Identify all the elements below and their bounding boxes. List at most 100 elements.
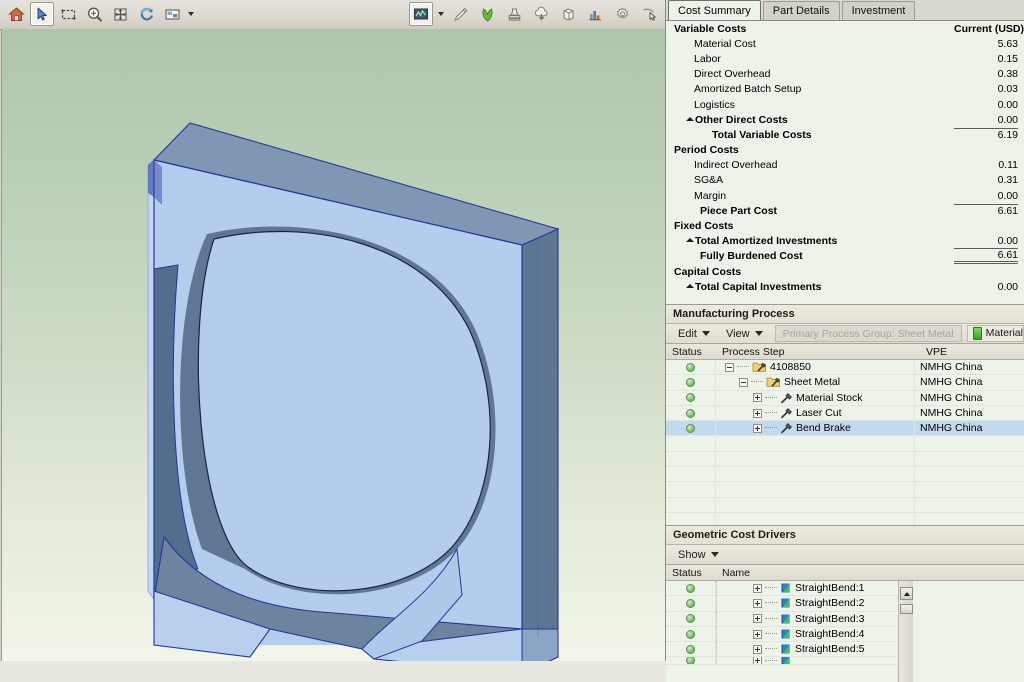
cost-row[interactable]: SG&A0.31: [666, 173, 1024, 188]
geometric-cost-drivers-panel: Geometric Cost Drivers Show Status Name …: [666, 525, 1024, 661]
column-process-step: Process Step: [716, 346, 920, 358]
row-status-cell: [666, 406, 716, 420]
table-row[interactable]: 4108850NMHG China: [666, 360, 1024, 375]
box-icon[interactable]: [556, 2, 580, 26]
cost-row[interactable]: Fixed Costs: [666, 218, 1024, 233]
list-item[interactable]: StraightBend:5: [666, 642, 897, 657]
status-led-icon: [686, 645, 695, 654]
column-status: Status: [666, 346, 716, 358]
tree-connector: [737, 366, 749, 368]
view-menu-button[interactable]: View: [718, 325, 771, 343]
home-icon[interactable]: [4, 2, 28, 26]
expand-box-icon[interactable]: [753, 409, 762, 418]
expand-box-icon[interactable]: [753, 614, 762, 623]
show-menu-button[interactable]: Show: [670, 546, 727, 564]
stamp-icon[interactable]: [502, 2, 526, 26]
cost-row[interactable]: Total Variable Costs6.19: [666, 127, 1024, 142]
cost-row[interactable]: Logistics0.00: [666, 97, 1024, 112]
material-chip-label: Material: Steel- HR- 1: [986, 325, 1024, 342]
table-row[interactable]: Material StockNMHG China: [666, 391, 1024, 406]
list-item[interactable]: StraightBend:4: [666, 627, 897, 642]
table-row-empty: [666, 498, 1024, 513]
cost-row[interactable]: Indirect Overhead0.11: [666, 158, 1024, 173]
tab-investment[interactable]: Investment: [842, 1, 916, 20]
cost-row-value: 5.63: [954, 38, 1018, 50]
expand-box-icon[interactable]: [753, 599, 762, 608]
tab-part-details[interactable]: Part Details: [763, 1, 840, 20]
geometric-cost-drivers-title: Geometric Cost Drivers: [666, 525, 1024, 545]
cost-row-label: Fully Burdened Cost: [674, 250, 954, 262]
toolbar-left-group: [4, 2, 195, 26]
cost-row-label: Material Cost: [674, 38, 954, 50]
view-mode-caret-icon[interactable]: [186, 2, 195, 26]
list-item[interactable]: StraightBend:1: [666, 581, 897, 596]
cost-row[interactable]: Period Costs: [666, 143, 1024, 158]
row-process-step-cell: Bend Brake: [716, 421, 915, 435]
cost-row-label: Amortized Batch Setup: [674, 83, 954, 95]
leaf-icon[interactable]: [475, 2, 499, 26]
scroll-up-button[interactable]: [900, 587, 913, 600]
cost-row[interactable]: Material Cost5.63: [666, 36, 1024, 51]
process-group-chip[interactable]: Primary Process Group: Sheet Metal: [775, 325, 962, 342]
cost-row[interactable]: Capital Costs: [666, 264, 1024, 279]
expand-box-icon[interactable]: [753, 645, 762, 654]
pick-icon[interactable]: [637, 2, 661, 26]
manufacturing-process-table-header: Status Process Step VPE: [666, 344, 1024, 360]
tree-connector: [765, 648, 777, 650]
cost-row[interactable]: Fully Burdened Cost6.61: [666, 249, 1024, 264]
fit-icon[interactable]: [108, 2, 132, 26]
row-vpe-cell: NMHG China: [915, 361, 1024, 373]
expander-triangle-icon[interactable]: [686, 117, 694, 121]
expand-box-icon[interactable]: [753, 393, 762, 402]
folder-tool-icon: [766, 376, 781, 388]
material-chip[interactable]: Material: Steel- HR- 1: [967, 325, 1024, 342]
expander-triangle-icon[interactable]: [686, 238, 694, 242]
view-mode-icon[interactable]: [160, 2, 184, 26]
tree-connector: [751, 381, 763, 383]
folder-tool-icon: [752, 361, 767, 373]
select-arrow-icon[interactable]: [30, 2, 54, 26]
list-item[interactable]: StraightBend:3: [666, 612, 897, 627]
table-row[interactable]: Bend BrakeNMHG China: [666, 421, 1024, 436]
download-icon[interactable]: [529, 2, 553, 26]
expand-box-icon[interactable]: [753, 630, 762, 639]
row-process-step-cell: 4108850: [716, 360, 915, 374]
expand-box-icon[interactable]: [753, 584, 762, 593]
cost-row[interactable]: Direct Overhead0.38: [666, 67, 1024, 82]
table-row[interactable]: Sheet MetalNMHG China: [666, 375, 1024, 390]
collapse-box-icon[interactable]: [739, 378, 748, 387]
cost-chart-icon[interactable]: [409, 2, 433, 26]
list-item[interactable]: StraightBend:2: [666, 596, 897, 611]
zoom-icon[interactable]: [82, 2, 106, 26]
row-name-label: StraightBend:4: [795, 628, 864, 640]
edit-menu-button[interactable]: Edit: [670, 325, 718, 343]
table-row-empty: [666, 467, 1024, 482]
rotate-icon[interactable]: [134, 2, 158, 26]
bar-chart-icon[interactable]: [583, 2, 607, 26]
cost-row[interactable]: Other Direct Costs0.00: [666, 112, 1024, 127]
cost-row[interactable]: Total Capital Investments0.00: [666, 279, 1024, 294]
hammer-icon: [780, 407, 793, 419]
list-item-partial[interactable]: [666, 657, 897, 665]
zoom-window-icon[interactable]: [56, 2, 80, 26]
viewer-toolbar: [0, 0, 665, 30]
gear-icon[interactable]: [610, 2, 634, 26]
cost-row[interactable]: Amortized Batch Setup0.03: [666, 82, 1024, 97]
caret-up-icon: [904, 592, 910, 596]
table-row-empty: [666, 436, 1024, 451]
row-name-cell: StraightBend:2: [718, 596, 897, 610]
3d-viewport[interactable]: [1, 29, 665, 661]
scroll-thumb[interactable]: [900, 604, 913, 614]
collapse-box-icon[interactable]: [725, 363, 734, 372]
cost-row[interactable]: Labor0.15: [666, 51, 1024, 66]
cost-row[interactable]: Total Amortized Investments0.00: [666, 234, 1024, 249]
tab-cost-summary[interactable]: Cost Summary: [668, 0, 761, 20]
cost-chart-caret-icon[interactable]: [436, 2, 445, 26]
cost-row[interactable]: Piece Part Cost6.61: [666, 203, 1024, 218]
gcd-table-header: Status Name: [666, 565, 1024, 581]
expand-box-icon[interactable]: [753, 424, 762, 433]
table-row[interactable]: Laser CutNMHG China: [666, 406, 1024, 421]
cost-row[interactable]: Margin0.00: [666, 188, 1024, 203]
pencil-icon[interactable]: [448, 2, 472, 26]
expander-triangle-icon[interactable]: [686, 284, 694, 288]
